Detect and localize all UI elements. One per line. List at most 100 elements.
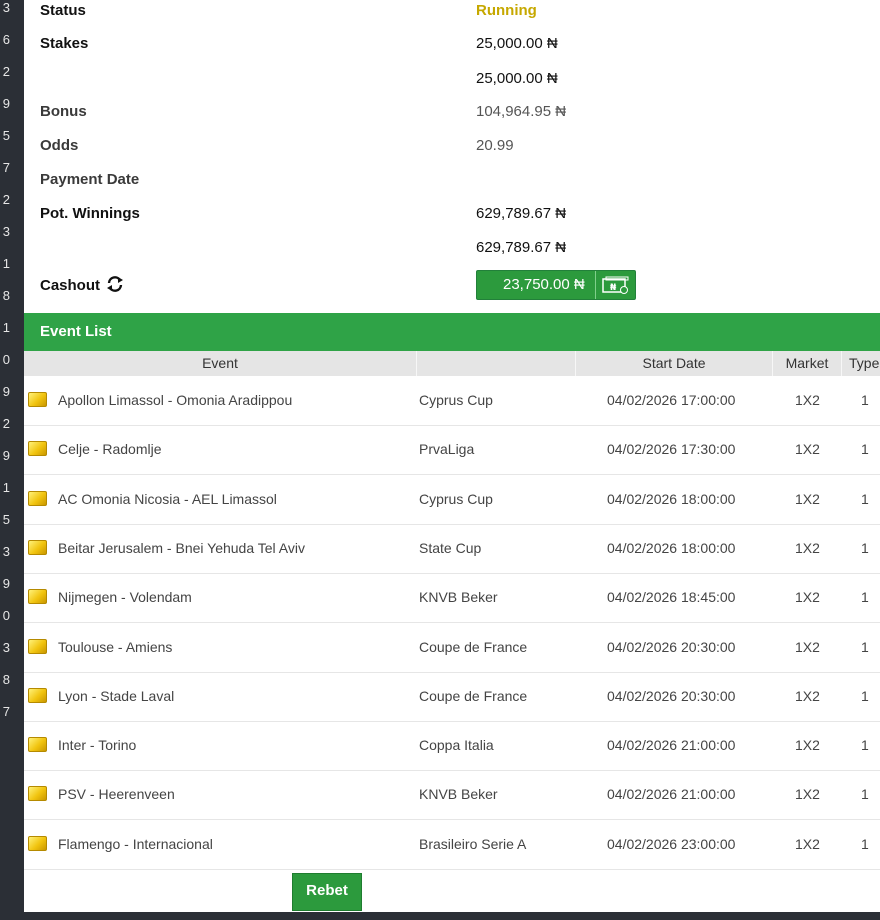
cashout-amount: 23,750.00 ₦ xyxy=(503,276,585,293)
event-list-title: Event List xyxy=(40,323,112,340)
bonus-label: Bonus xyxy=(40,103,87,120)
type: 1 xyxy=(861,441,869,458)
left-strip: 3 6 2 9 5 7 2 3 1 8 1 0 9 2 9 1 5 3 9 0 3 8 7 xyxy=(0,0,24,920)
left-strip-digit: 2 xyxy=(2,416,10,431)
event-row[interactable]: Lyon - Stade Laval Coupe de France 04/02/2… xyxy=(24,672,880,722)
start-date: 04/02/2026 20:30:00 xyxy=(607,687,736,704)
left-strip-digit: 3 xyxy=(2,640,10,655)
left-strip-digit: 3 xyxy=(2,0,10,15)
country-flag-icon xyxy=(28,589,47,605)
pot-winnings-value-2: 629,789.67 ₦ xyxy=(476,239,567,256)
left-strip-digit: 2 xyxy=(2,192,10,207)
market: 1X2 xyxy=(795,392,820,408)
stakes-value-2: 25,000.00 ₦ xyxy=(476,70,558,87)
event-row[interactable]: Inter - Torino Coppa Italia 04/02/2026 21:… xyxy=(24,721,880,772)
bonus-value: 104,964.95 ₦ xyxy=(476,103,567,120)
odds-value: 20.99 xyxy=(476,137,514,154)
event-row[interactable]: Nijmegen - Volendam KNVB Beker 04/02/2026 … xyxy=(24,573,880,624)
cashout-button-divider xyxy=(595,271,596,299)
cashout-button[interactable]: 23,750.00 ₦ ₦ xyxy=(476,270,636,300)
event-name: Celje - Radomlje xyxy=(58,441,162,458)
left-strip-digit: 6 xyxy=(2,32,10,47)
league-name: Brasileiro Serie A xyxy=(419,835,527,852)
status-value: Running xyxy=(476,2,537,19)
left-strip-digit: 3 xyxy=(2,224,10,239)
event-name: Nijmegen - Volendam xyxy=(58,589,192,606)
event-table-header: Event Start Date Market Type xyxy=(24,351,880,376)
country-flag-icon xyxy=(28,687,47,703)
svg-text:₦: ₦ xyxy=(610,283,617,293)
left-strip-digit: 0 xyxy=(2,352,10,367)
start-date: 04/02/2026 21:00:00 xyxy=(607,737,736,754)
event-name: Flamengo - Internacional xyxy=(58,835,213,852)
left-strip-digit: 3 xyxy=(2,544,10,559)
column-header-league xyxy=(417,351,575,376)
country-flag-icon xyxy=(28,638,47,654)
left-strip-digit: 7 xyxy=(2,704,10,719)
start-date: 04/02/2026 23:00:00 xyxy=(607,835,736,852)
bet-ticket-panel: Status Running Stakes 25,000.00 ₦ 25,000… xyxy=(24,0,880,912)
type: 1 xyxy=(861,490,869,507)
left-strip-digit: 8 xyxy=(2,288,10,303)
market: 1X2 xyxy=(795,638,820,655)
country-flag-icon xyxy=(28,786,47,802)
event-row[interactable]: Toulouse - Amiens Coupe de France 04/02/20… xyxy=(24,623,880,673)
country-flag-icon xyxy=(28,441,47,457)
left-strip-digit: 2 xyxy=(2,64,10,79)
event-name: Toulouse - Amiens xyxy=(58,638,173,655)
event-name: PSV - Heerenveen xyxy=(58,786,175,803)
country-flag-icon xyxy=(28,737,47,753)
country-flag-icon xyxy=(28,539,47,555)
left-strip-digit: 1 xyxy=(2,256,10,271)
column-header-start-date: Start Date xyxy=(642,355,706,371)
event-row[interactable]: PSV - Heerenveen KNVB Beker 04/02/2026 21:… xyxy=(24,770,880,821)
left-strip-digit: 5 xyxy=(2,128,10,143)
event-row[interactable]: AC Omonia Nicosia - AEL Limassol Cyprus C… xyxy=(24,475,880,525)
left-strip-digit: 8 xyxy=(2,672,10,687)
type: 1 xyxy=(861,539,869,556)
league-name: Coppa Italia xyxy=(419,737,494,754)
market: 1X2 xyxy=(795,589,820,606)
market: 1X2 xyxy=(795,737,820,754)
type: 1 xyxy=(861,589,869,606)
league-name: Cyprus Cup xyxy=(419,490,493,507)
event-row[interactable]: Beitar Jerusalem - Bnei Yehuda Tel Aviv S… xyxy=(24,524,880,574)
cash-icon: ₦ xyxy=(602,276,630,298)
column-header-type: Type xyxy=(849,355,880,371)
refresh-icon[interactable] xyxy=(106,276,124,296)
event-row[interactable]: Flamengo - Internacional Brasileiro Serie… xyxy=(24,820,880,870)
pot-winnings-label: Pot. Winnings xyxy=(40,205,140,222)
event-name: AC Omonia Nicosia - AEL Limassol xyxy=(58,490,277,507)
market: 1X2 xyxy=(795,539,820,556)
league-name: State Cup xyxy=(419,539,482,556)
stakes-label: Stakes xyxy=(40,35,89,52)
event-name: Beitar Jerusalem - Bnei Yehuda Tel Aviv xyxy=(58,539,305,556)
column-header-market: Market xyxy=(785,355,829,371)
cashout-label: Cashout xyxy=(40,276,100,294)
left-strip-digit: 0 xyxy=(2,608,10,623)
country-flag-icon xyxy=(28,835,47,851)
bottom-strip xyxy=(24,912,880,920)
start-date: 04/02/2026 18:45:00 xyxy=(607,589,736,606)
left-strip-digit: 1 xyxy=(2,480,10,495)
left-strip-digit: 5 xyxy=(2,512,10,527)
type: 1 xyxy=(861,392,869,408)
left-strip-digit: 7 xyxy=(2,160,10,175)
type: 1 xyxy=(861,687,869,704)
event-name: Lyon - Stade Laval xyxy=(58,687,175,704)
market: 1X2 xyxy=(795,490,820,507)
type: 1 xyxy=(861,786,869,803)
event-row[interactable]: Apollon Limassol - Omonia Aradippou Cypru… xyxy=(24,376,880,426)
country-flag-icon xyxy=(28,490,47,506)
event-name: Apollon Limassol - Omonia Aradippou xyxy=(58,392,293,408)
left-strip-digit: 9 xyxy=(2,448,10,463)
league-name: KNVB Beker xyxy=(419,786,498,803)
market: 1X2 xyxy=(795,835,820,852)
event-row[interactable]: Celje - Radomlje PrvaLiga 04/02/2026 17:30… xyxy=(24,425,880,476)
event-name: Inter - Torino xyxy=(58,737,137,754)
rebet-button[interactable]: Rebet xyxy=(292,873,362,911)
start-date: 04/02/2026 17:30:00 xyxy=(607,441,736,458)
start-date: 04/02/2026 18:00:00 xyxy=(607,490,736,507)
payment-date-label: Payment Date xyxy=(40,171,140,188)
league-name: KNVB Beker xyxy=(419,589,498,606)
